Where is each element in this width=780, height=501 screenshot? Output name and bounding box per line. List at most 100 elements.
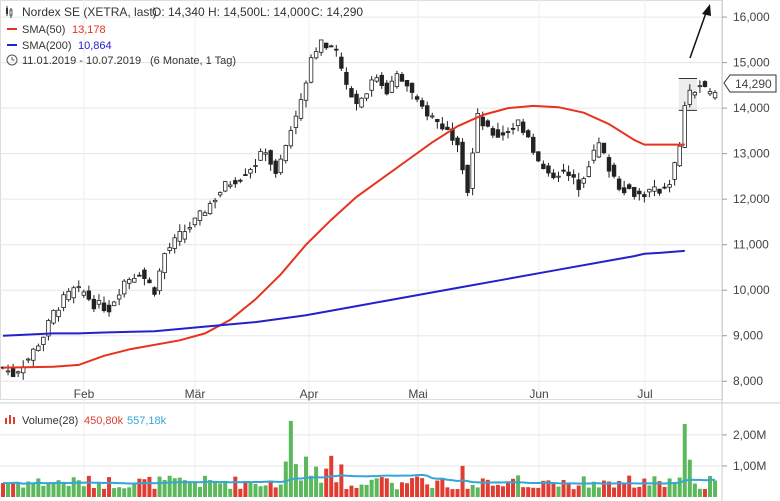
candle (505, 131, 511, 133)
sma50-legend-value: 13,178 (72, 24, 106, 36)
candle (702, 81, 708, 87)
volume-legend: Volume(28) 450,80k 557,18k (5, 415, 167, 427)
volume-bar (369, 479, 374, 497)
volume-bar (495, 484, 500, 497)
candle (5, 370, 11, 373)
candle (177, 231, 182, 242)
candle (435, 118, 440, 122)
volume-bar (112, 488, 117, 497)
volume-bar (86, 475, 91, 497)
volume-bar (1, 483, 5, 497)
candle (56, 309, 61, 318)
volume-bar (627, 475, 632, 497)
candle (222, 181, 228, 192)
volume-bar (41, 485, 46, 497)
candle (712, 91, 718, 99)
candle (182, 231, 187, 240)
candle (202, 212, 208, 217)
volume-bar (364, 484, 369, 497)
volume-bar (298, 480, 303, 497)
candle (122, 280, 127, 295)
candle (379, 74, 384, 86)
volume-bar (51, 482, 56, 497)
volume-bar (687, 459, 692, 497)
candle (571, 174, 576, 178)
volume-bar (470, 484, 475, 497)
volume-bar (172, 478, 177, 497)
sma200-legend-value: 10,864 (78, 40, 112, 52)
candle (323, 42, 329, 49)
volume-bar (233, 476, 238, 497)
volume-bar (192, 482, 197, 497)
volume-bar (152, 488, 157, 497)
candle (228, 184, 233, 187)
volume-bar (566, 483, 571, 497)
candle (404, 80, 410, 87)
volume-legend-value-1: 450,80k (84, 415, 124, 427)
candle (374, 77, 379, 82)
volume-bar (96, 482, 101, 497)
volume-bar (672, 482, 677, 497)
candle (430, 115, 435, 118)
volume-bar (107, 477, 112, 497)
volume-bar (677, 477, 682, 497)
candle (611, 164, 617, 177)
candle (510, 127, 516, 130)
ohlc-open: O: 14,340 (152, 5, 205, 19)
volume-bar (445, 487, 450, 497)
volume-bar (531, 487, 536, 497)
candle (409, 82, 415, 93)
candle (106, 304, 112, 313)
candle (500, 132, 506, 136)
candle (460, 141, 465, 171)
candle (490, 128, 496, 136)
candle (632, 186, 637, 197)
volume-bar (465, 488, 470, 497)
volume-bar (167, 475, 172, 497)
candle (601, 142, 607, 154)
candle (172, 237, 177, 249)
volume-bars (1, 420, 718, 497)
volume-bar (521, 487, 526, 497)
volume-bar (702, 489, 707, 497)
candle (682, 105, 687, 148)
candle (399, 74, 405, 82)
period-range: 11.01.2019 - 10.07.2019 (22, 55, 141, 67)
volume-bar (31, 483, 36, 497)
volume-bar (571, 489, 576, 497)
volume-bar (268, 480, 273, 497)
candle (167, 247, 172, 251)
volume-bar (243, 481, 248, 497)
candle (440, 123, 445, 130)
volume-bar (374, 478, 379, 497)
volume-bar (319, 482, 324, 497)
ohlc-high: H: 14,500 (208, 5, 260, 19)
volume-bar (490, 485, 495, 497)
volume-bar (349, 485, 354, 497)
candle (586, 166, 591, 177)
volume-bar (71, 477, 76, 497)
candle (526, 130, 531, 138)
instrument-title: Nordex SE (XETRA, last) (22, 5, 157, 19)
volume-bar (622, 483, 627, 497)
candle (672, 162, 677, 180)
candle (308, 57, 314, 83)
volume-bar (455, 489, 460, 497)
x-tick-label: Mai (408, 387, 427, 401)
y-tick-label: 11,000 (733, 238, 769, 252)
candle (697, 85, 703, 88)
volume-bar (117, 487, 122, 497)
candle (394, 73, 400, 88)
candle (485, 120, 490, 127)
volume-bar (430, 487, 435, 497)
volume-bar (551, 482, 556, 497)
candle (263, 152, 268, 155)
candle (419, 100, 425, 107)
volume-bar (612, 487, 617, 497)
candle (61, 294, 66, 308)
volume-bar (394, 489, 399, 497)
volume-bar (586, 487, 591, 497)
volume-bar (359, 484, 364, 497)
volume-bar (344, 489, 349, 497)
candle (541, 163, 546, 170)
